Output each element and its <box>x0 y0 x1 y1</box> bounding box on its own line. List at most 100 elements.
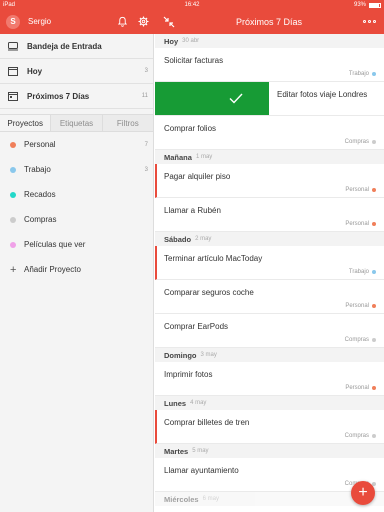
battery-status: 93% <box>354 2 381 8</box>
task-project: Trabajo <box>349 71 376 77</box>
day-date: 5 may <box>192 448 209 454</box>
day-header: Martes 5 may <box>155 444 384 458</box>
day-date: 4 may <box>190 400 207 406</box>
complete-swipe-action[interactable] <box>155 82 269 115</box>
task-title: Comparar seguros coche <box>164 288 254 297</box>
task-item[interactable]: Pagar alquiler piso Personal <box>155 164 384 198</box>
task-project-name: Personal <box>345 385 369 391</box>
sidebar-item-count: 11 <box>141 93 148 99</box>
task-project: Personal <box>345 385 376 391</box>
task-item[interactable]: Llamar ayuntamiento Compras <box>155 458 384 492</box>
tab-projects[interactable]: Proyectos <box>0 115 51 131</box>
task-project: Personal <box>345 187 376 193</box>
inbox-icon <box>8 42 18 51</box>
task-project-name: Trabajo <box>348 269 369 275</box>
task-title: Comprar EarPods <box>164 322 229 331</box>
avatar[interactable]: S <box>6 15 20 29</box>
sidebar-header: S Sergio <box>0 10 154 34</box>
task-project: Compras <box>345 139 376 145</box>
tab-filters[interactable]: Filtros <box>101 115 153 131</box>
project-label: Recados <box>24 190 56 199</box>
battery-percent: 93% <box>353 2 366 8</box>
sidebar-item-inbox[interactable]: Bandeja de Entrada <box>0 34 153 59</box>
task-item[interactable]: Imprimir fotos Personal <box>155 362 384 396</box>
sidebar-item-label: Hoy <box>27 66 43 76</box>
check-icon <box>229 93 243 104</box>
project-label: Compras <box>24 215 57 224</box>
day-date: 1 may <box>195 154 213 160</box>
task-title: Editar fotos viaje Londres <box>277 90 368 99</box>
task-item[interactable]: Llamar a Rubén Personal <box>155 198 384 232</box>
task-item[interactable]: Terminar artículo MacToday Trabajo <box>155 246 384 280</box>
project-color-dot <box>10 166 16 173</box>
task-project-name: Personal <box>345 303 369 309</box>
task-title: Pagar alquiler piso <box>164 172 231 181</box>
day-date: 6 may <box>202 496 219 502</box>
project-item-trabajo[interactable]: Trabajo 3 <box>0 157 153 182</box>
plus-icon: + <box>10 263 17 276</box>
clock: 16:42 <box>184 2 200 8</box>
task-title: Llamar ayuntamiento <box>164 466 239 475</box>
user-name[interactable]: Sergio <box>28 17 51 26</box>
project-label: Personal <box>24 140 56 149</box>
task-title: Terminar artículo MacToday <box>164 254 263 263</box>
sidebar: Bandeja de Entrada Hoy 3 Próximos 7 Días… <box>0 34 154 512</box>
status-bar: iPad 16:42 93% <box>0 0 384 10</box>
task-project: Trabajo <box>349 269 376 275</box>
sidebar-item-next-7-days[interactable]: Próximos 7 Días 11 <box>0 84 153 109</box>
project-color-dot <box>10 216 16 223</box>
sidebar-item-count: 3 <box>144 68 148 74</box>
bell-icon[interactable] <box>117 16 128 27</box>
project-label: Películas que ver <box>24 240 86 249</box>
gear-icon[interactable] <box>138 16 149 27</box>
more-options-icon[interactable] <box>363 20 376 23</box>
calendar-today-icon <box>8 67 18 76</box>
sidebar-item-label: Bandeja de Entrada <box>27 41 102 51</box>
task-title: Comprar folios <box>164 124 217 133</box>
day-header: Sábado 2 may <box>155 232 384 246</box>
day-name: Miércoles <box>164 494 199 504</box>
project-color-dot <box>372 188 376 192</box>
app-header: S Sergio Próximos 7 Días <box>0 10 384 34</box>
day-header: Domingo 3 may <box>155 348 384 362</box>
day-name: Domingo <box>164 350 197 360</box>
task-project-name: Personal <box>345 187 369 193</box>
tab-labels[interactable]: Etiquetas <box>50 115 102 131</box>
day-header: Mañana 1 may <box>155 150 384 164</box>
day-date: 2 may <box>195 236 212 242</box>
calendar-week-icon <box>8 92 18 101</box>
add-project-button[interactable]: + Añadir Proyecto <box>0 257 153 282</box>
task-project-name: Personal <box>345 221 369 227</box>
sidebar-item-today[interactable]: Hoy 3 <box>0 59 153 84</box>
task-item[interactable]: Solicitar facturas Trabajo <box>155 48 384 82</box>
task-item[interactable]: Comprar folios Compras <box>155 116 384 150</box>
battery-icon <box>369 2 381 8</box>
project-item-peliculas[interactable]: Películas que ver <box>0 232 153 257</box>
task-item-swiped[interactable]: Editar fotos viaje Londres <box>155 82 384 116</box>
project-color-dot <box>372 338 376 342</box>
add-task-button[interactable]: + <box>351 481 375 505</box>
task-item[interactable]: Comprar EarPods Compras <box>155 314 384 348</box>
task-item[interactable]: Comparar seguros coche Personal <box>155 280 384 314</box>
project-item-recados[interactable]: Recados <box>0 182 153 207</box>
task-item[interactable]: Comprar billetes de tren Compras <box>155 410 384 444</box>
day-header: Miércoles 6 may <box>155 492 384 506</box>
day-name: Sábado <box>164 234 192 244</box>
add-project-label: Añadir Proyecto <box>24 265 81 274</box>
day-date: 30 abr <box>182 38 200 44</box>
day-name: Lunes <box>164 398 187 408</box>
project-item-personal[interactable]: Personal 7 <box>0 132 153 157</box>
project-item-compras[interactable]: Compras <box>0 207 153 232</box>
day-header: Lunes 4 may <box>155 396 384 410</box>
task-title: Solicitar facturas <box>164 56 224 65</box>
task-project-name: Compras <box>344 433 369 439</box>
task-project: Compras <box>345 433 376 439</box>
project-label: Trabajo <box>24 165 51 174</box>
task-title: Comprar billetes de tren <box>164 418 250 427</box>
task-project: Compras <box>345 337 376 343</box>
task-project-name: Compras <box>344 139 369 145</box>
project-color-dot <box>372 386 376 390</box>
project-color-dot <box>10 241 16 248</box>
task-project-name: Compras <box>344 337 369 343</box>
project-count: 7 <box>144 141 148 148</box>
